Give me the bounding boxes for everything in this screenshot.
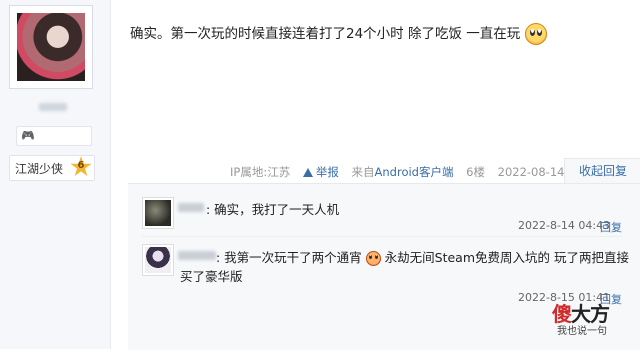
angry-emoji-icon	[365, 251, 381, 266]
reply-text-continued: 买了豪华版	[180, 269, 243, 284]
reply-username-blurred[interactable]	[178, 203, 204, 212]
reply-time: 2022-8-14 04:43	[518, 219, 611, 232]
avatar-image	[145, 247, 171, 273]
ip-location: IP属地:江苏	[230, 165, 291, 179]
user-badge[interactable]: 🎮	[16, 126, 92, 146]
warning-icon	[302, 168, 313, 177]
reply-avatar[interactable]	[142, 197, 174, 229]
smile-emoji-icon	[524, 23, 547, 45]
reply-button[interactable]: 回复	[600, 219, 622, 235]
user-title: 江湖少侠	[15, 162, 64, 176]
write-reply-link[interactable]: 我也说一句	[557, 322, 607, 337]
post-content: 确实。第一次玩的时候直接连着打了24个小时 除了吃饭 一直在玩	[130, 22, 547, 45]
post-meta-bar: IP属地:江苏 举报 来自Android客户端 6楼 2022-08-14 04…	[230, 164, 610, 180]
reply-divider	[142, 236, 622, 237]
username-blurred[interactable]	[39, 103, 67, 111]
post-text: 确实。第一次玩的时候直接连着打了24个小时 除了吃饭 一直在玩	[130, 26, 521, 42]
user-avatar[interactable]	[9, 5, 93, 89]
post-source: 来自Android客户端	[351, 165, 454, 179]
reply-text: : 我第一次玩干了两个通宵 永劫无间Steam免费周入坑的 玩了两把直接	[216, 250, 629, 266]
avatar-image	[17, 13, 85, 81]
client-link[interactable]: Android客户端	[375, 165, 454, 179]
report-link[interactable]: 举报	[302, 165, 339, 179]
user-level-badge[interactable]: 江湖少侠 6	[9, 155, 95, 181]
reply-username-blurred[interactable]	[178, 251, 216, 260]
user-level-number: 6	[77, 160, 85, 171]
reply-text: : 确实，我打了一天人机	[206, 202, 340, 217]
floor-number: 6楼	[466, 165, 485, 179]
user-sidebar: 🎮 江湖少侠 6	[0, 0, 111, 349]
watermark-logo: 傻大方 我也说一句	[552, 298, 622, 338]
collapse-replies-button[interactable]: 收起回复	[564, 158, 640, 184]
game-controller-icon: 🎮	[21, 129, 35, 142]
reply-avatar[interactable]	[142, 244, 174, 276]
avatar-image	[145, 200, 171, 226]
